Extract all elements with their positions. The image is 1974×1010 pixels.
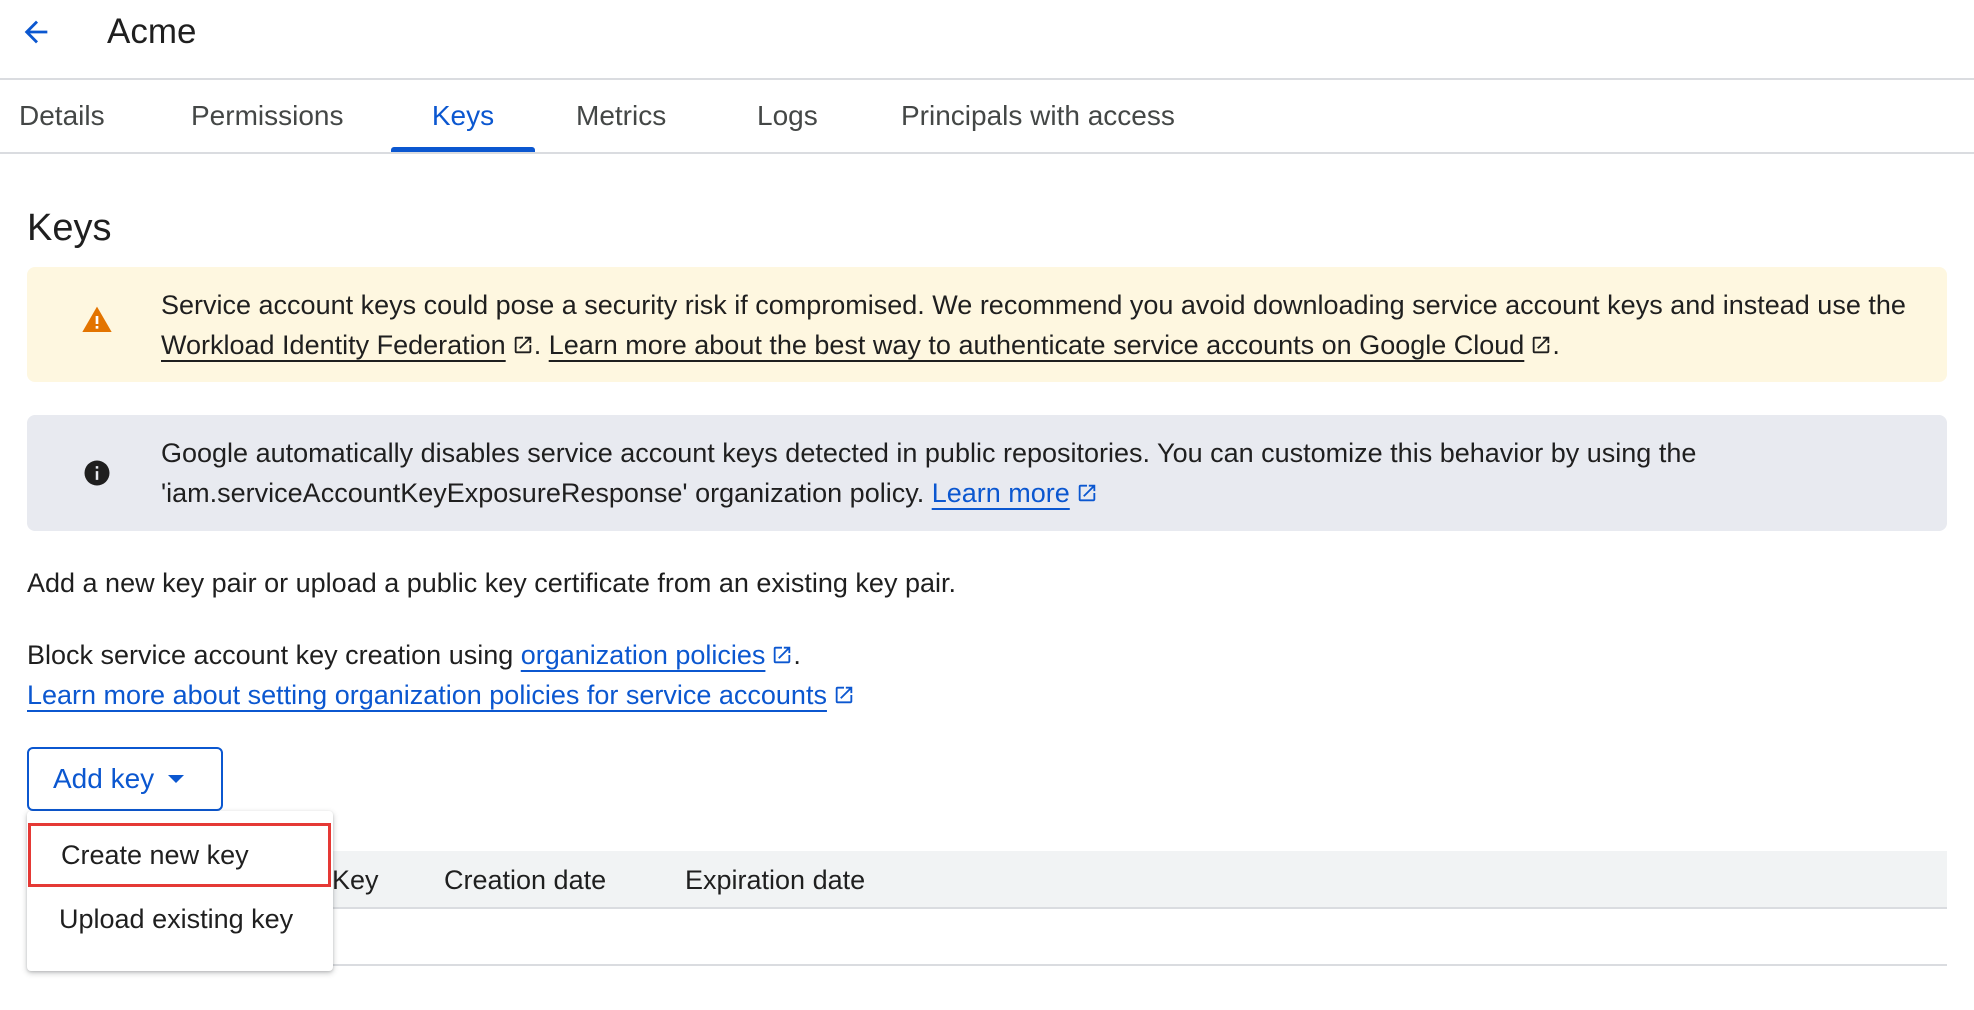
tab-details[interactable]: Details: [19, 80, 105, 152]
workload-identity-federation-link[interactable]: Workload Identity Federation: [161, 330, 534, 360]
external-link-icon: [514, 336, 531, 354]
warning-text-part-3: .: [1552, 330, 1560, 360]
menu-item-create-new-key[interactable]: Create new key: [28, 823, 331, 887]
external-link-icon: [1078, 484, 1096, 502]
tab-keys[interactable]: Keys: [391, 80, 535, 152]
organization-policies-link[interactable]: organization policies: [521, 640, 794, 670]
page-title: Acme: [107, 12, 197, 51]
arrow-back-icon: [24, 20, 48, 44]
warning-icon: [79, 302, 115, 338]
workload-identity-federation-link-label: Workload Identity Federation: [161, 330, 506, 360]
authenticate-service-accounts-link-label: Learn more about the best way to authent…: [548, 330, 1525, 360]
column-header-creation-date[interactable]: Creation date: [444, 851, 606, 909]
tab-bar: Details Permissions Keys Metrics Logs Pr…: [0, 80, 1974, 154]
tab-logs[interactable]: Logs: [757, 80, 818, 152]
add-key-button[interactable]: Add key: [27, 747, 223, 811]
org-policy-text: Block service account key creation using…: [27, 635, 855, 715]
org-policy-text-part-2: .: [793, 640, 801, 670]
authenticate-service-accounts-link[interactable]: Learn more about the best way to authent…: [549, 330, 1553, 360]
tab-metrics[interactable]: Metrics: [576, 80, 666, 152]
info-banner: Google automatically disables service ac…: [27, 415, 1947, 531]
external-link-icon: [774, 646, 791, 664]
top-bar: Acme: [0, 0, 1974, 80]
column-header-expiration-date[interactable]: Expiration date: [685, 851, 865, 909]
learn-more-link[interactable]: Learn more: [932, 478, 1098, 508]
caret-down-icon: [168, 775, 185, 783]
keys-description: Add a new key pair or upload a public ke…: [27, 568, 956, 598]
external-link-icon: [1533, 336, 1550, 354]
column-header-key[interactable]: Key: [332, 851, 379, 909]
active-tab-indicator: [391, 147, 535, 152]
add-key-menu: Create new key Upload existing key: [27, 811, 333, 971]
organization-policies-link-label: organization policies: [520, 640, 766, 670]
back-button[interactable]: [12, 8, 60, 56]
menu-item-upload-existing-key[interactable]: Upload existing key: [27, 887, 333, 951]
org-policy-text-part-1: Block service account key creation using: [27, 640, 521, 670]
org-policies-service-accounts-link[interactable]: Learn more about setting organization po…: [27, 680, 855, 710]
external-link-icon: [835, 686, 853, 704]
warning-text-part-1: Service account keys could pose a securi…: [161, 290, 1906, 320]
tab-principals-with-access[interactable]: Principals with access: [901, 80, 1175, 152]
info-banner-text: Google automatically disables service ac…: [161, 433, 1931, 513]
tab-permissions[interactable]: Permissions: [191, 80, 343, 152]
add-key-button-label: Add key: [53, 763, 155, 794]
learn-more-link-label: Learn more: [931, 478, 1070, 508]
section-title: Keys: [27, 207, 112, 249]
warning-banner-text: Service account keys could pose a securi…: [161, 285, 1931, 365]
org-policies-service-accounts-link-label: Learn more about setting organization po…: [27, 680, 827, 710]
info-text-part-1: Google automatically disables service ac…: [161, 438, 1697, 508]
warning-text-part-2: .: [533, 330, 549, 360]
info-icon: [79, 455, 115, 491]
warning-banner: Service account keys could pose a securi…: [27, 267, 1947, 382]
